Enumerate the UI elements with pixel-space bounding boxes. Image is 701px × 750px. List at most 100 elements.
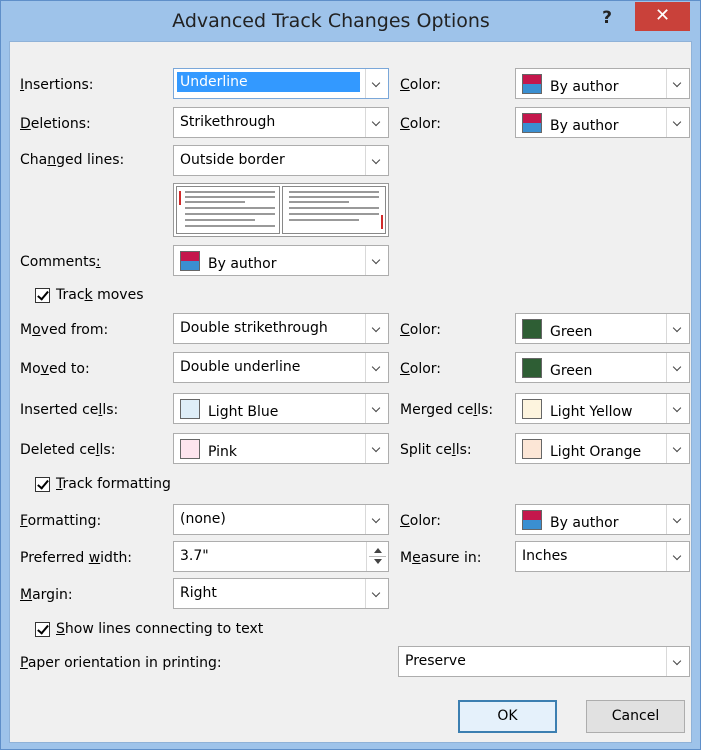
color-swatch: [522, 510, 542, 530]
chevron-down-icon[interactable]: [666, 394, 689, 423]
merged-cells-select[interactable]: Light Yellow: [515, 393, 690, 424]
comments-value: By author: [208, 256, 277, 272]
spinner-buttons[interactable]: [366, 542, 388, 571]
merged-cells-label: Merged cells:: [400, 402, 494, 418]
moved-from-label: Moved from:: [20, 322, 109, 338]
moved-from-color-select[interactable]: Green: [515, 313, 690, 344]
deletions-color-select[interactable]: By author: [515, 107, 690, 138]
chevron-down-icon[interactable]: [666, 505, 689, 534]
chevron-down-icon[interactable]: [365, 146, 388, 175]
chevron-down-icon[interactable]: [365, 314, 388, 343]
chevron-down-icon[interactable]: [666, 434, 689, 463]
preferred-width-value: 3.7": [180, 548, 209, 564]
track-moves-label: Track moves: [56, 287, 144, 303]
chevron-down-icon[interactable]: [666, 647, 689, 676]
dialog-body: Insertions: Underline Color: By author D…: [9, 41, 692, 743]
changed-lines-preview: [173, 183, 389, 237]
formatting-label: Formatting:: [20, 513, 102, 529]
changed-lines-value: Outside border: [180, 152, 285, 168]
split-cells-value: Light Orange: [550, 444, 642, 460]
color-swatch: [522, 319, 542, 339]
chevron-down-icon[interactable]: [365, 108, 388, 137]
spin-up-icon[interactable]: [374, 548, 382, 553]
measure-in-value: Inches: [522, 548, 568, 564]
deleted-cells-value: Pink: [208, 444, 238, 460]
paper-orientation-select[interactable]: Preserve: [398, 646, 690, 677]
formatting-value: (none): [180, 511, 226, 527]
chevron-down-icon[interactable]: [365, 434, 388, 463]
deletions-select[interactable]: Strikethrough: [173, 107, 389, 138]
inserted-cells-select[interactable]: Light Blue: [173, 393, 389, 424]
moved-to-color-value: Green: [550, 363, 593, 379]
show-lines-label: Show lines connecting to text: [56, 621, 264, 637]
close-button[interactable]: ✕: [635, 2, 690, 31]
margin-value: Right: [180, 585, 217, 601]
color-swatch: [522, 74, 542, 94]
track-formatting-checkbox[interactable]: [35, 477, 50, 492]
chevron-down-icon[interactable]: [666, 108, 689, 137]
formatting-color-select[interactable]: By author: [515, 504, 690, 535]
color-swatch: [180, 399, 200, 419]
merged-cells-value: Light Yellow: [550, 404, 633, 420]
ok-button[interactable]: OK: [458, 700, 557, 733]
insertions-value: Underline: [177, 72, 360, 92]
changed-lines-label: Changed lines:: [20, 152, 125, 168]
track-moves-checkbox[interactable]: [35, 288, 50, 303]
split-cells-label: Split cells:: [400, 442, 472, 458]
spin-down-icon[interactable]: [374, 559, 382, 564]
deletions-label: Deletions:: [20, 116, 91, 132]
chevron-down-icon[interactable]: [365, 246, 388, 275]
color-swatch: [180, 251, 200, 271]
chevron-down-icon[interactable]: [666, 353, 689, 382]
chevron-down-icon[interactable]: [365, 505, 388, 534]
title-bar: Advanced Track Changes Options ? ✕: [1, 1, 700, 41]
insertions-color-value: By author: [550, 79, 619, 95]
dialog-window: Advanced Track Changes Options ? ✕ Inser…: [0, 0, 701, 750]
cancel-button[interactable]: Cancel: [586, 700, 685, 733]
inserted-cells-label: Inserted cells:: [20, 402, 119, 418]
margin-label: Margin:: [20, 587, 73, 603]
measure-in-select[interactable]: Inches: [515, 541, 690, 572]
moved-to-select[interactable]: Double underline: [173, 352, 389, 383]
moved-to-color-select[interactable]: Green: [515, 352, 690, 383]
chevron-down-icon[interactable]: [365, 394, 388, 423]
changed-lines-select[interactable]: Outside border: [173, 145, 389, 176]
insertions-color-label: Color:: [400, 77, 442, 93]
deletions-color-label: Color:: [400, 116, 442, 132]
color-swatch: [522, 113, 542, 133]
preferred-width-spinner[interactable]: 3.7": [173, 541, 389, 572]
dialog-title: Advanced Track Changes Options: [172, 10, 490, 32]
deletions-value: Strikethrough: [180, 114, 276, 130]
chevron-down-icon[interactable]: [365, 579, 388, 608]
chevron-down-icon[interactable]: [365, 353, 388, 382]
preview-page-right: [282, 186, 386, 234]
formatting-color-value: By author: [550, 515, 619, 531]
help-button[interactable]: ?: [589, 7, 625, 33]
insertions-select[interactable]: Underline: [173, 68, 389, 99]
formatting-select[interactable]: (none): [173, 504, 389, 535]
moved-to-value: Double underline: [180, 359, 301, 375]
paper-orientation-value: Preserve: [405, 653, 466, 669]
chevron-down-icon[interactable]: [666, 542, 689, 571]
moved-from-color-label: Color:: [400, 322, 442, 338]
show-lines-checkbox[interactable]: [35, 622, 50, 637]
moved-from-select[interactable]: Double strikethrough: [173, 313, 389, 344]
preferred-width-label: Preferred width:: [20, 550, 133, 566]
moved-from-value: Double strikethrough: [180, 320, 328, 336]
paper-orientation-label: Paper orientation in printing:: [20, 655, 222, 671]
color-swatch: [522, 358, 542, 378]
deletions-color-value: By author: [550, 118, 619, 134]
margin-select[interactable]: Right: [173, 578, 389, 609]
comments-select[interactable]: By author: [173, 245, 389, 276]
change-bar-right: [381, 215, 383, 229]
deleted-cells-select[interactable]: Pink: [173, 433, 389, 464]
color-swatch: [180, 439, 200, 459]
insertions-color-select[interactable]: By author: [515, 68, 690, 99]
formatting-color-label: Color:: [400, 513, 442, 529]
chevron-down-icon[interactable]: [666, 69, 689, 98]
chevron-down-icon[interactable]: [666, 314, 689, 343]
split-cells-select[interactable]: Light Orange: [515, 433, 690, 464]
chevron-down-icon[interactable]: [365, 69, 388, 98]
comments-label: Comments:: [20, 254, 101, 270]
change-bar-left: [179, 191, 181, 205]
